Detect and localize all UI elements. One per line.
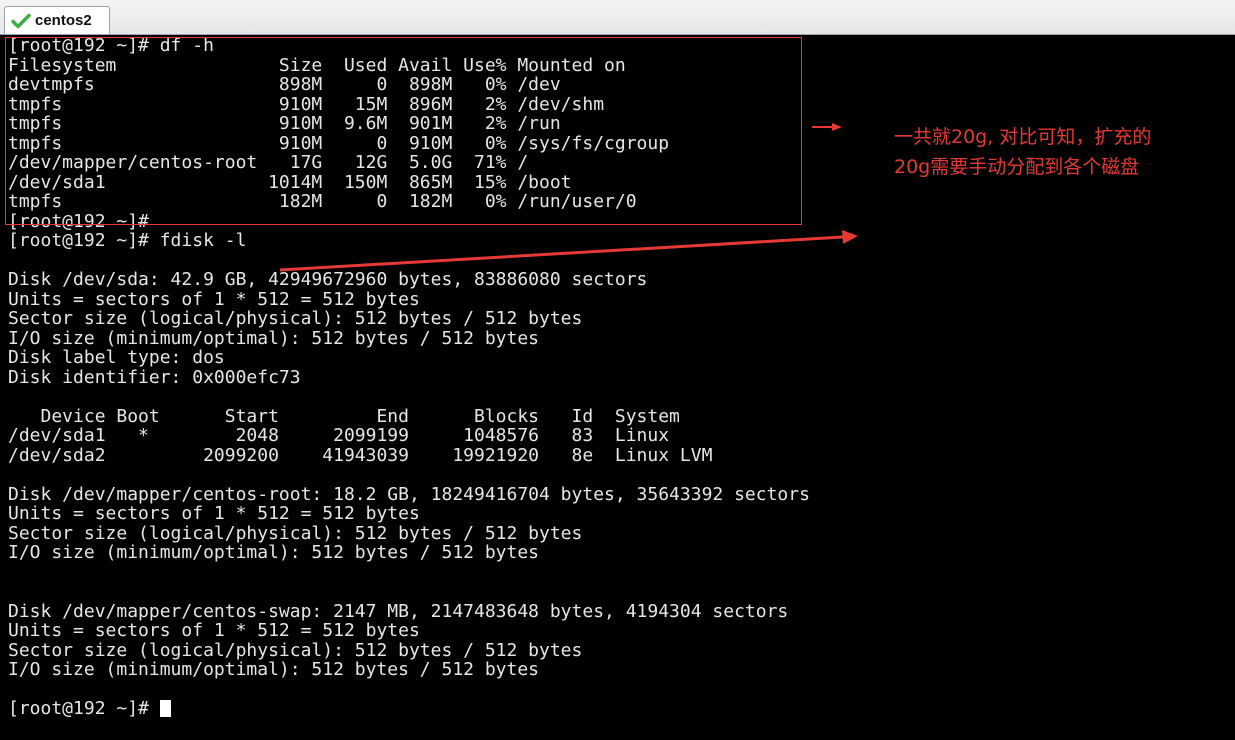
terminal-line: Disk /dev/mapper/centos-root: 18.2 GB, 1… — [8, 483, 810, 505]
terminal-line: I/O size (minimum/optimal): 512 bytes / … — [8, 327, 540, 349]
terminal-line: Device Boot Start End Blocks Id System — [8, 405, 680, 427]
terminal-line: Disk identifier: 0x000efc73 — [8, 366, 301, 388]
terminal-cursor — [159, 700, 171, 717]
annotation-line-1: 一共就20g, 对比可知，扩充的 — [894, 126, 1152, 148]
terminal-line: tmpfs 182M 0 182M 0% /run/user/0 — [8, 191, 637, 212]
terminal-line: [root@192 ~]# df -h — [8, 35, 214, 56]
terminal-line: I/O size (minimum/optimal): 512 bytes / … — [8, 542, 540, 563]
terminal-line: [root@192 ~]# — [8, 210, 149, 232]
terminal-line: tmpfs 910M 15M 896M 2% /dev/shm — [8, 93, 605, 115]
tab-bar: centos2 — [0, 0, 1235, 35]
terminal-line: devtmpfs 898M 0 898M 0% /dev — [8, 74, 561, 95]
terminal-prompt-line[interactable]: [root@192 ~]# — [8, 699, 1235, 719]
terminal-line: Sector size (logical/physical): 512 byte… — [8, 522, 583, 544]
terminal-line: /dev/sda1 * 2048 2099199 1048576 83 Linu… — [8, 425, 670, 446]
annotation-note: 一共就20g, 对比可知，扩充的 20g需要手动分配到各个磁盘 — [894, 122, 1224, 182]
tab-title: centos2 — [35, 12, 92, 29]
terminal-line: Units = sectors of 1 * 512 = 512 bytes — [8, 288, 420, 310]
check-icon — [11, 13, 31, 29]
terminal-line: Filesystem Size Used Avail Use% Mounted … — [8, 54, 626, 76]
annotation-line-2: 20g需要手动分配到各个磁盘 — [894, 156, 1140, 178]
terminal-line: Disk /dev/sda: 42.9 GB, 42949672960 byte… — [8, 269, 648, 290]
terminal-line: Units = sectors of 1 * 512 = 512 bytes — [8, 620, 420, 641]
terminal-window: centos2 [root@192 ~]# df -h Filesystem Si… — [0, 0, 1235, 740]
terminal-line: Units = sectors of 1 * 512 = 512 bytes — [8, 503, 420, 524]
terminal-line: Disk /dev/mapper/centos-swap: 2147 MB, 2… — [8, 600, 789, 622]
terminal-line: Sector size (logical/physical): 512 byte… — [8, 639, 583, 661]
terminal-prompt: [root@192 ~]# — [8, 698, 160, 719]
terminal-line: /dev/sda2 2099200 41943039 19921920 8e L… — [8, 444, 713, 466]
terminal-line: Disk label type: dos — [8, 347, 225, 368]
tab-centos2[interactable]: centos2 — [4, 6, 110, 34]
terminal-line: Sector size (logical/physical): 512 byte… — [8, 308, 583, 329]
terminal-line: I/O size (minimum/optimal): 512 bytes / … — [8, 659, 540, 680]
terminal-line: [root@192 ~]# fdisk -l — [8, 230, 247, 251]
